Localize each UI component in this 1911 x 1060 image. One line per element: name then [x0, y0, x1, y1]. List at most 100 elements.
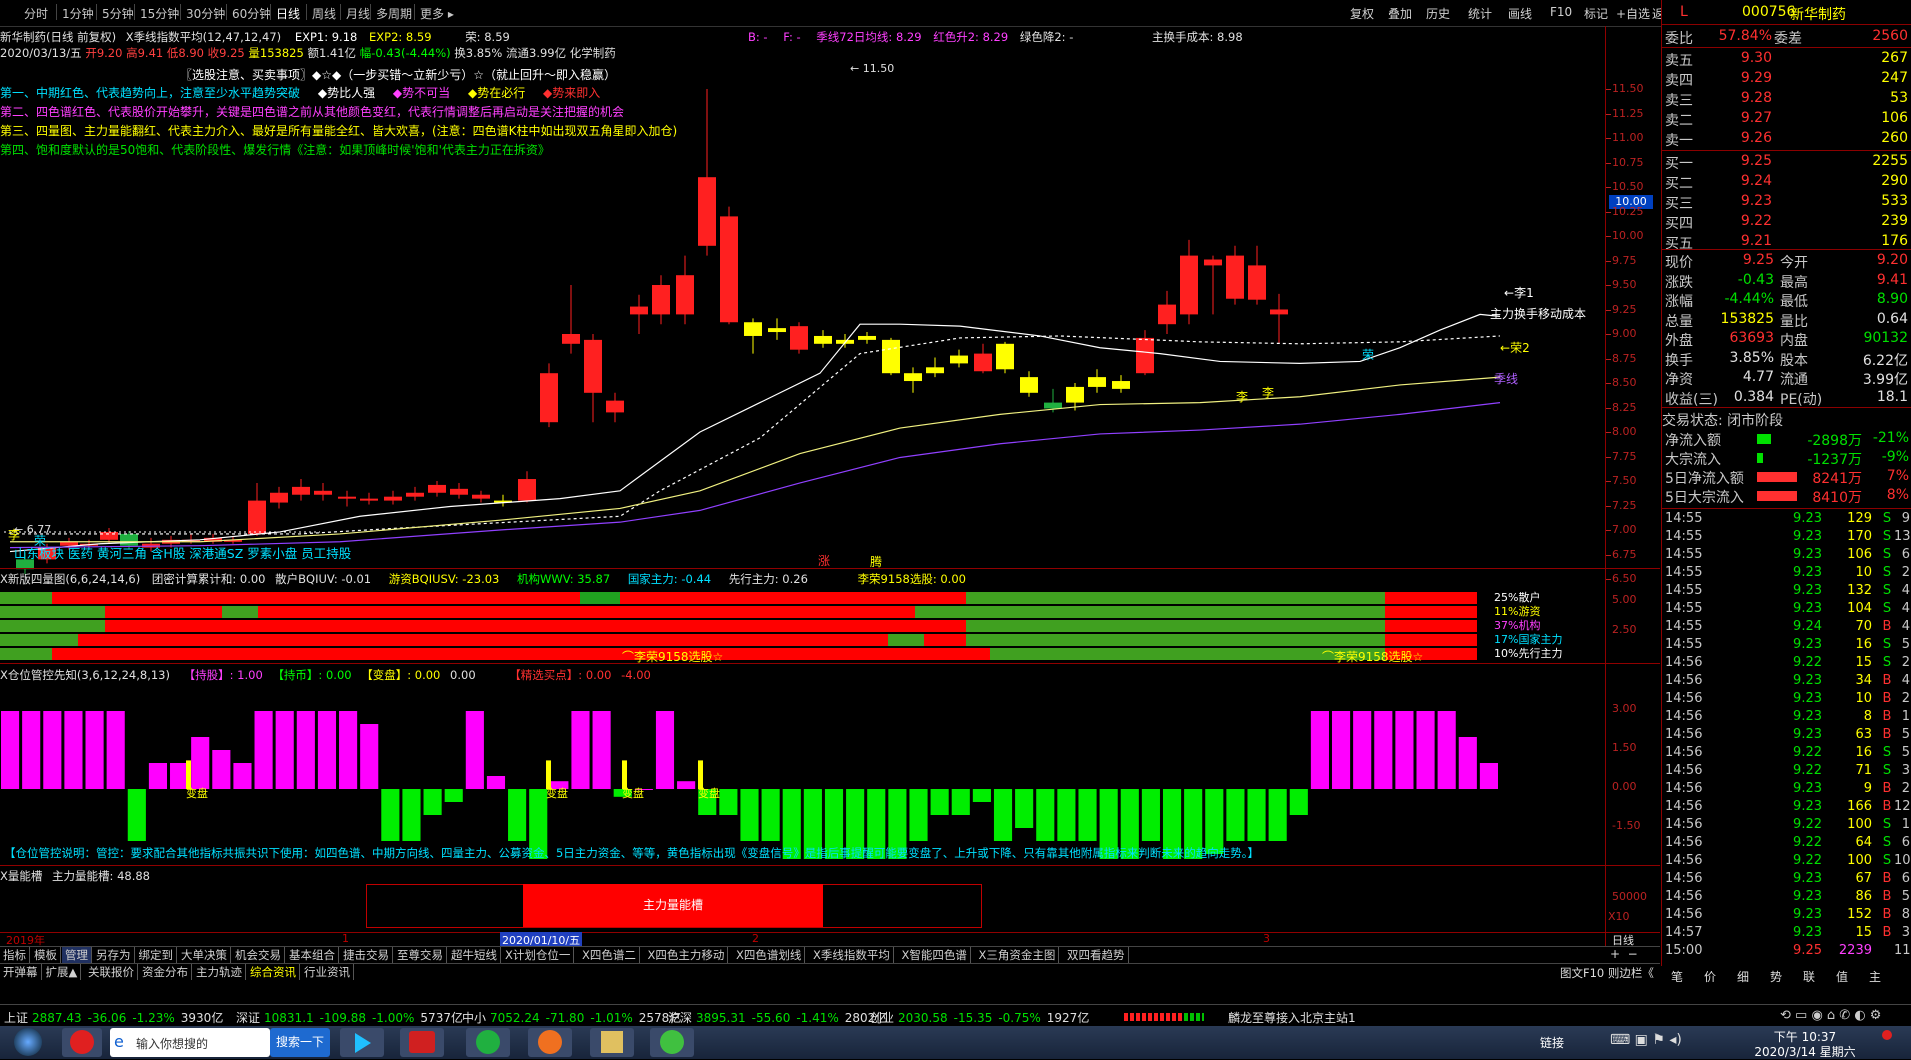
bid-label: 买五: [1665, 236, 1693, 252]
position-bar: [85, 711, 104, 789]
app-icon-6[interactable]: [590, 1028, 634, 1057]
period-tab-5[interactable]: 60分钟: [232, 5, 271, 22]
ask-row-2[interactable]: 卖三 9.28 53: [1662, 90, 1911, 109]
tab-zoom-controls[interactable]: + −: [1610, 947, 1638, 961]
taskbar-search-box[interactable]: e 输入你想搜的: [110, 1028, 270, 1057]
indicator-tab-7[interactable]: 基本组合: [286, 947, 339, 963]
indicator-tab-14[interactable]: X四色谱划线: [733, 947, 806, 963]
indicator-tab-17[interactable]: X三角资金主图: [976, 947, 1060, 963]
flow-value: -2898万: [1807, 433, 1862, 449]
indicator-tab-2[interactable]: 管理: [62, 947, 92, 963]
ask-row-4[interactable]: 卖一 9.26 260: [1662, 130, 1911, 149]
toolbar-button-7[interactable]: +自选: [1616, 5, 1650, 22]
p3-ytick: -1.50: [1612, 819, 1641, 832]
indicator-tab-5[interactable]: 大单决策: [178, 947, 231, 963]
bid-price: 9.23: [1740, 193, 1772, 209]
function-tab-0[interactable]: 开弹幕: [0, 964, 42, 980]
period-tab-1[interactable]: 1分钟: [62, 5, 94, 22]
indicator-tab-13[interactable]: X四色主力移动: [645, 947, 729, 963]
notification-badge[interactable]: [1882, 1030, 1892, 1040]
period-tab-7[interactable]: 周线: [312, 5, 336, 22]
quote-tab-4[interactable]: 联: [1803, 968, 1815, 985]
period-tab-9[interactable]: 多周期: [376, 5, 412, 22]
indicator-tab-0[interactable]: 指标: [0, 947, 30, 963]
bid-price: 9.24: [1740, 173, 1772, 189]
tray-label[interactable]: 链接: [1540, 1034, 1564, 1051]
ask-row-3[interactable]: 卖二 9.27 106: [1662, 110, 1911, 129]
indicator-tab-16[interactable]: X智能四色谱: [899, 947, 971, 963]
quote-tab-2[interactable]: 细: [1737, 968, 1749, 985]
tick-row: 14:55 9.23 16 S 5: [1662, 637, 1911, 655]
tick-time: 14:56: [1665, 907, 1703, 922]
quote-tab-6[interactable]: 主: [1869, 968, 1881, 985]
diff-label: 委差: [1774, 31, 1802, 47]
ytick-mark: [1606, 481, 1611, 482]
tick-row: 14:56 9.23 63 B 5: [1662, 727, 1911, 745]
quote-tab-5[interactable]: 值: [1836, 968, 1848, 985]
status-icons[interactable]: ⟲ ▭ ◉ ⌂ ✆ ◐ ⚙: [1780, 1008, 1881, 1023]
period-tab-4[interactable]: 30分钟: [186, 5, 225, 22]
index-item-1[interactable]: 深证 10831.1 -109.88 -1.00% 5737亿: [236, 1009, 463, 1026]
period-tab-2[interactable]: 5分钟: [102, 5, 134, 22]
toolbar-button-3[interactable]: 统计: [1468, 5, 1492, 22]
app-icon-7[interactable]: [650, 1028, 694, 1057]
taskbar-search-button[interactable]: 搜索一下: [270, 1028, 330, 1057]
indicator-tab-18[interactable]: 双四看趋势: [1064, 947, 1129, 963]
toolbar-button-2[interactable]: 历史: [1426, 5, 1450, 22]
function-tab-4[interactable]: 主力轨迹: [193, 964, 246, 980]
p2-v6: 李荣9158选股: 0.00: [857, 572, 966, 586]
chart-area[interactable]: 新华制药(日线 前复权) X季线指数平均(12,47,12,47) EXP1: …: [0, 26, 1660, 948]
function-tab-6[interactable]: 行业资讯: [301, 964, 354, 980]
function-tab-2[interactable]: 关联报价: [85, 964, 138, 980]
candle-body: [562, 334, 580, 344]
app-icon-1[interactable]: [62, 1028, 102, 1057]
bid-row-1[interactable]: 买二 9.24 290: [1662, 173, 1911, 192]
app-icon-3[interactable]: [400, 1028, 444, 1057]
bid-row-0[interactable]: 买一 9.25 2255: [1662, 153, 1911, 172]
stat-row-6: 净资 4.77 流通 3.99亿: [1662, 369, 1911, 388]
toolbar-button-1[interactable]: 叠加: [1388, 5, 1412, 22]
indicator-tab-15[interactable]: X季线指数平均: [810, 947, 894, 963]
app-icon-4[interactable]: [466, 1028, 510, 1057]
ask-row-1[interactable]: 卖四 9.29 247: [1662, 70, 1911, 89]
quote-tab-0[interactable]: 笔: [1671, 968, 1683, 985]
toolbar-button-0[interactable]: 复权: [1350, 5, 1374, 22]
indicator-tab-12[interactable]: X四色谱二: [579, 947, 640, 963]
zhang-marker: 涨: [818, 554, 831, 568]
function-tab-3[interactable]: 资金分布: [139, 964, 192, 980]
app-icon-5[interactable]: [528, 1028, 572, 1057]
indicator-tab-6[interactable]: 机会交易: [232, 947, 285, 963]
panel3-header: X仓位管控先知(3,6,12,24,8,13) 【持股】: 1.00 【持币】:…: [0, 667, 651, 683]
toolbar-button-6[interactable]: 标记: [1584, 5, 1608, 22]
quote-tab-3[interactable]: 势: [1770, 968, 1782, 985]
toolbar-button-4[interactable]: 画线: [1508, 5, 1532, 22]
period-tab-8[interactable]: 月线: [346, 5, 370, 22]
indicator-tab-3[interactable]: 另存为: [93, 947, 135, 963]
app-icon-2[interactable]: [340, 1028, 384, 1057]
toolbar-button-5[interactable]: F10: [1550, 5, 1572, 19]
tray-icons[interactable]: ⌨ ▣ ⚑ ◂): [1610, 1032, 1682, 1048]
indicator-tab-9[interactable]: 至尊交易: [394, 947, 447, 963]
indicator-tab-8[interactable]: 捷击交易: [340, 947, 393, 963]
index-item-0[interactable]: 上证 2887.43 -36.06 -1.23% 3930亿: [4, 1009, 223, 1026]
f10-toggle[interactable]: 图文F10 则边栏《: [1560, 965, 1654, 981]
function-tab-5[interactable]: 综合资讯: [247, 964, 300, 980]
ask-row-0[interactable]: 卖五 9.30 267: [1662, 50, 1911, 69]
bid-row-3[interactable]: 买四 9.22 239: [1662, 213, 1911, 232]
bid-row-2[interactable]: 买三 9.23 533: [1662, 193, 1911, 212]
quote-tab-1[interactable]: 价: [1704, 968, 1716, 985]
function-tab-1[interactable]: 扩展▲: [43, 964, 82, 980]
index-item-3[interactable]: 沪深 3895.31 -55.60 -1.41% 2802亿: [668, 1009, 887, 1026]
indicator-tab-10[interactable]: 超牛短线: [448, 947, 501, 963]
index-item-4[interactable]: 创业 2030.58 -15.35 -0.75% 1927亿: [870, 1009, 1089, 1026]
indicator-tab-11[interactable]: X计划仓位一: [502, 947, 575, 963]
period-tab-0[interactable]: 分时: [24, 5, 48, 22]
period-tab-10[interactable]: 更多 ▸: [420, 5, 454, 22]
indicator-tab-1[interactable]: 模板: [31, 947, 61, 963]
start-button[interactable]: [8, 1028, 48, 1057]
index-item-2[interactable]: 中小 7052.24 -71.80 -1.01% 2578亿: [462, 1009, 681, 1026]
ytick-mark: [1606, 113, 1611, 115]
period-tab-6[interactable]: 日线: [276, 5, 300, 22]
indicator-tab-4[interactable]: 绑定到: [136, 947, 177, 963]
period-tab-3[interactable]: 15分钟: [140, 5, 179, 22]
